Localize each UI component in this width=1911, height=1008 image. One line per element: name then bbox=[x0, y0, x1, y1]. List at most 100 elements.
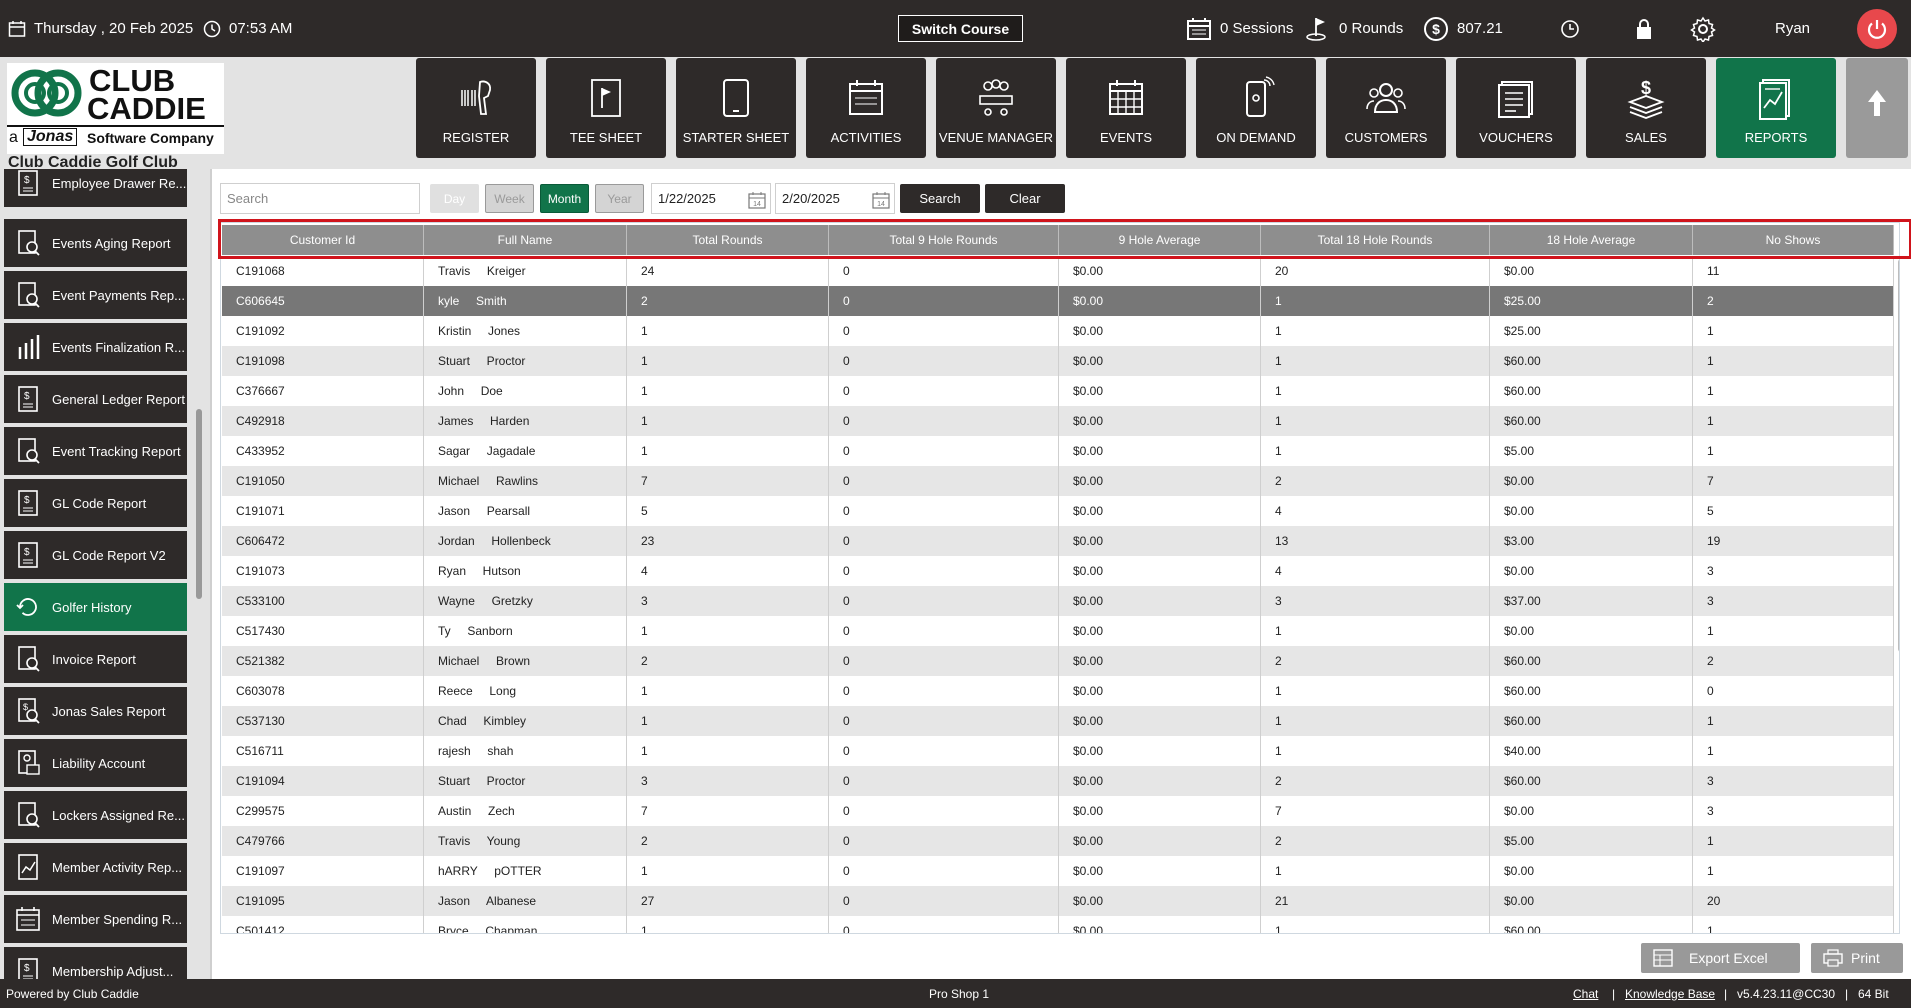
period-week-button[interactable]: Week bbox=[485, 184, 534, 213]
nav-sales[interactable]: $ SALES bbox=[1586, 58, 1706, 158]
sidebar-item-gl-code[interactable]: $ GL Code Report bbox=[4, 479, 187, 527]
sidebar-item-lockers-assigned[interactable]: Lockers Assigned Re... bbox=[4, 791, 187, 839]
settings-button[interactable] bbox=[1690, 0, 1724, 57]
sidebar-item-general-ledger[interactable]: $ General Ledger Report bbox=[4, 375, 187, 423]
table-cell: 2 bbox=[1693, 286, 1894, 316]
column-header[interactable]: Total Rounds bbox=[627, 225, 829, 255]
table-cell: Sagar Jagadale bbox=[424, 436, 627, 466]
nav-tee-sheet[interactable]: TEE SHEET bbox=[546, 58, 666, 158]
table-row[interactable]: C191095 Jason Albanese 27 0 $0.00 21 $0.00 20 bbox=[222, 886, 1894, 916]
lock-button[interactable] bbox=[1634, 0, 1662, 57]
sidebar-item-membership-adjust[interactable]: $ Membership Adjust... bbox=[4, 947, 187, 979]
table-row[interactable]: C516711 rajesh shah 1 0 $0.00 1 $40.00 1 bbox=[222, 736, 1894, 766]
table-row[interactable]: C479766 Travis Young 2 0 $0.00 2 $5.00 1 bbox=[222, 826, 1894, 856]
period-month-button[interactable]: Month bbox=[540, 184, 589, 213]
sidebar-item-event-tracking[interactable]: Event Tracking Report bbox=[4, 427, 187, 475]
sidebar-item-label: Events Aging Report bbox=[52, 235, 171, 251]
sidebar-item-member-activity[interactable]: Member Activity Rep... bbox=[4, 843, 187, 891]
nav-on-demand[interactable]: ON DEMAND bbox=[1196, 58, 1316, 158]
sidebar-item-jonas-sales[interactable]: $ Jonas Sales Report bbox=[4, 687, 187, 735]
table-row[interactable]: C191050 Michael Rawlins 7 0 $0.00 2 $0.00 7 bbox=[222, 466, 1894, 496]
period-day-button[interactable]: Day bbox=[430, 184, 479, 213]
sidebar-item-event-payments[interactable]: Event Payments Rep... bbox=[4, 271, 187, 319]
nav-register[interactable]: REGISTER bbox=[416, 58, 536, 158]
station-name: Pro Shop 1 bbox=[929, 986, 990, 1001]
sidebar-item-label: Invoice Report bbox=[52, 651, 136, 667]
table-row[interactable]: C521382 Michael Brown 2 0 $0.00 2 $60.00 2 bbox=[222, 646, 1894, 676]
export-excel-button[interactable]: Export Excel bbox=[1641, 943, 1800, 973]
table-cell: $0.00 bbox=[1059, 436, 1261, 466]
table-cell: 27 bbox=[627, 886, 829, 916]
logout-button[interactable] bbox=[1857, 9, 1897, 49]
print-button[interactable]: Print bbox=[1811, 943, 1903, 973]
column-header[interactable]: Total 9 Hole Rounds bbox=[829, 225, 1059, 255]
print-label: Print bbox=[1851, 950, 1880, 966]
table-row[interactable]: C501412 Bryce Chapman 1 0 $0.00 1 $60.00 1 bbox=[222, 916, 1894, 933]
table-scrollbar[interactable] bbox=[1898, 259, 1899, 652]
nav-activities[interactable]: ACTIVITIES bbox=[806, 58, 926, 158]
sidebar-item-events-aging[interactable]: Events Aging Report bbox=[4, 219, 187, 267]
nav-starter-sheet[interactable]: STARTER SHEET bbox=[676, 58, 796, 158]
table-row[interactable]: C433952 Sagar Jagadale 1 0 $0.00 1 $5.00 1 bbox=[222, 436, 1894, 466]
report-search-input[interactable] bbox=[220, 183, 420, 214]
sidebar-item-liability-account[interactable]: Liability Account bbox=[4, 739, 187, 787]
reports-sidebar[interactable]: $ Employee Drawer Re... Events Aging Rep… bbox=[0, 169, 210, 979]
balance-indicator[interactable]: $ 807.21 bbox=[1423, 0, 1503, 57]
table-row[interactable]: C191068 Travis Kreiger 24 0 $0.00 20 $0.00 11 bbox=[222, 256, 1894, 286]
column-header[interactable]: 18 Hole Average bbox=[1490, 225, 1693, 255]
table-cell: 13 bbox=[1261, 526, 1490, 556]
table-row[interactable]: C191097 hARRY pOTTER 1 0 $0.00 1 $0.00 1 bbox=[222, 856, 1894, 886]
table-row[interactable]: C191071 Jason Pearsall 5 0 $0.00 4 $0.00 5 bbox=[222, 496, 1894, 526]
clear-button[interactable]: Clear bbox=[985, 184, 1065, 213]
user-name[interactable]: Ryan bbox=[1775, 0, 1810, 57]
sessions-indicator[interactable]: 0 Sessions bbox=[1186, 0, 1293, 57]
nav-reports[interactable]: REPORTS bbox=[1716, 58, 1836, 158]
scroll-top-button[interactable] bbox=[1846, 58, 1908, 158]
calendar-picker-icon[interactable]: 14 bbox=[748, 191, 766, 212]
sidebar-item-events-finalization[interactable]: Events Finalization R... bbox=[4, 323, 187, 371]
sidebar-scrollbar[interactable] bbox=[196, 409, 202, 599]
table-row[interactable]: C376667 John Doe 1 0 $0.00 1 $60.00 1 bbox=[222, 376, 1894, 406]
nav-events[interactable]: EVENTS bbox=[1066, 58, 1186, 158]
sidebar-item-golfer-history[interactable]: Golfer History bbox=[4, 583, 187, 631]
table-row[interactable]: C533100 Wayne Gretzky 3 0 $0.00 3 $37.00 3 bbox=[222, 586, 1894, 616]
table-cell: Ryan Hutson bbox=[424, 556, 627, 586]
nav-customers[interactable]: CUSTOMERS bbox=[1326, 58, 1446, 158]
sidebar-item-invoice[interactable]: Invoice Report bbox=[4, 635, 187, 683]
rounds-indicator[interactable]: 0 Rounds bbox=[1305, 0, 1403, 57]
sidebar-item-gl-code-v2[interactable]: $ GL Code Report V2 bbox=[4, 531, 187, 579]
sidebar-item-member-spending[interactable]: Member Spending R... bbox=[4, 895, 187, 943]
sidebar-item-employee-drawer[interactable]: $ Employee Drawer Re... bbox=[4, 169, 187, 207]
knowledge-base-link[interactable]: Knowledge Base bbox=[1625, 979, 1715, 1008]
table-cell: 1 bbox=[1693, 346, 1894, 376]
column-header[interactable]: Customer Id bbox=[222, 225, 424, 255]
table-row[interactable]: C191098 Stuart Proctor 1 0 $0.00 1 $60.00 1 bbox=[222, 346, 1894, 376]
table-row[interactable]: C537130 Chad Kimbley 1 0 $0.00 1 $60.00 1 bbox=[222, 706, 1894, 736]
table-cell: rajesh shah bbox=[424, 736, 627, 766]
table-row[interactable]: C603078 Reece Long 1 0 $0.00 1 $60.00 0 bbox=[222, 676, 1894, 706]
table-row[interactable]: C517430 Ty Sanborn 1 0 $0.00 1 $0.00 1 bbox=[222, 616, 1894, 646]
column-header[interactable]: 9 Hole Average bbox=[1059, 225, 1261, 255]
from-date-field[interactable]: 1/22/2025 14 bbox=[651, 183, 771, 214]
search-button[interactable]: Search bbox=[900, 184, 980, 213]
table-row[interactable]: C606645 kyle Smith 2 0 $0.00 1 $25.00 2 bbox=[222, 286, 1894, 316]
chat-link[interactable]: Chat bbox=[1573, 979, 1598, 1008]
column-header[interactable]: Full Name bbox=[424, 225, 627, 255]
table-row[interactable]: C492918 James Harden 1 0 $0.00 1 $60.00 1 bbox=[222, 406, 1894, 436]
column-header[interactable]: No Shows bbox=[1693, 225, 1894, 255]
table-row[interactable]: C606472 Jordan Hollenbeck 23 0 $0.00 13 $3.00 1… bbox=[222, 526, 1894, 556]
nav-venue-manager[interactable]: VENUE MANAGER bbox=[936, 58, 1056, 158]
calendar-picker-icon[interactable]: 14 bbox=[872, 191, 890, 212]
table-cell: 1 bbox=[1693, 406, 1894, 436]
switch-course-button[interactable]: Switch Course bbox=[898, 15, 1023, 42]
table-row[interactable]: C191094 Stuart Proctor 3 0 $0.00 2 $60.00 3 bbox=[222, 766, 1894, 796]
history-clock-button[interactable] bbox=[1560, 0, 1588, 57]
to-date-field[interactable]: 2/20/2025 14 bbox=[775, 183, 895, 214]
column-header[interactable]: Total 18 Hole Rounds bbox=[1261, 225, 1490, 255]
nav-vouchers[interactable]: VOUCHERS bbox=[1456, 58, 1576, 158]
table-row[interactable]: C191073 Ryan Hutson 4 0 $0.00 4 $0.00 3 bbox=[222, 556, 1894, 586]
table-row[interactable]: C191092 Kristin Jones 1 0 $0.00 1 $25.00 1 bbox=[222, 316, 1894, 346]
table-cell: 0 bbox=[829, 676, 1059, 706]
table-row[interactable]: C299575 Austin Zech 7 0 $0.00 7 $0.00 3 bbox=[222, 796, 1894, 826]
period-year-button[interactable]: Year bbox=[595, 184, 644, 213]
